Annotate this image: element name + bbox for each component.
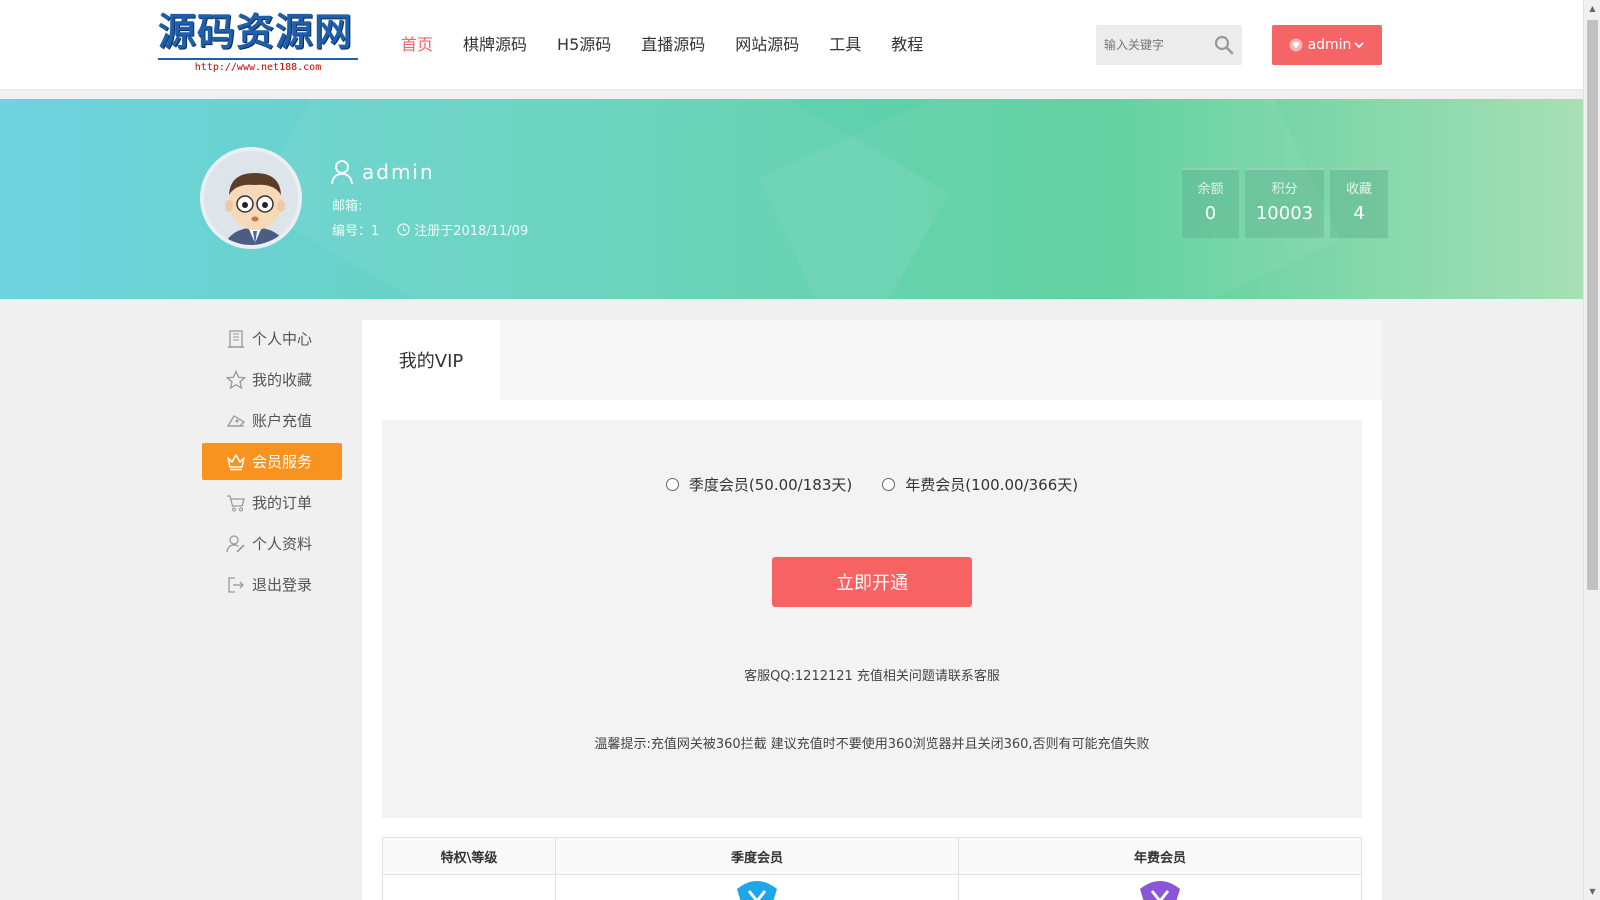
account-stats: 余额 0 积分 10003 收藏 4	[1176, 168, 1388, 238]
profile-meta: 编号：1 注册于2018/11/09	[332, 220, 528, 239]
profile-banner: admin 邮箱: 编号：1 注册于2018/11/09 余额 0 积分 100…	[0, 99, 1583, 299]
stat-favorites-value: 4	[1353, 203, 1365, 224]
scroll-down-arrow-icon[interactable]: ▼	[1588, 887, 1597, 896]
sidebar-item-profile[interactable]: 个人资料	[202, 525, 342, 562]
sidebar-item-personal-center[interactable]: 个人中心	[202, 320, 342, 357]
profile-email: 邮箱:	[332, 199, 363, 214]
star-icon	[226, 369, 246, 389]
option-yearly[interactable]: 年费会员(100.00/366天)	[882, 474, 1078, 495]
vip-badge-quarterly-icon	[737, 881, 777, 900]
stat-points-label: 积分	[1271, 182, 1298, 197]
sidebar-item-logout[interactable]: 退出登录	[202, 566, 342, 603]
main-panel: 我的VIP 季度会员(50.00/183天) 年费会员(100.00/366天)…	[362, 320, 1382, 900]
stat-points[interactable]: 积分 10003	[1245, 168, 1324, 238]
sidebar-item-label: 账户充值	[252, 412, 313, 430]
stat-points-value: 10003	[1255, 203, 1314, 224]
cart-icon	[227, 494, 245, 511]
logo-underline	[158, 58, 358, 60]
clock-icon	[397, 223, 410, 236]
site-logo[interactable]: 源码资源网 http://www.net188.com	[158, 8, 360, 74]
table-header: 季度会员	[555, 837, 959, 875]
table-header-row: 特权\等级 季度会员 年费会员	[382, 837, 1362, 875]
search-icon[interactable]	[1214, 35, 1234, 55]
sidebar-item-orders[interactable]: 我的订单	[202, 484, 342, 521]
sidebar-item-label: 我的订单	[252, 494, 313, 512]
radio-quarterly[interactable]	[665, 478, 679, 491]
logo-url: http://www.net188.com	[194, 62, 322, 73]
nav-home[interactable]: 首页	[401, 32, 433, 58]
stat-balance-label: 余额	[1197, 182, 1224, 197]
profile-id: 编号：1	[332, 224, 380, 239]
sidebar-item-label: 退出登录	[252, 576, 313, 594]
table-cell	[958, 874, 1362, 900]
radio-yearly[interactable]	[882, 478, 896, 491]
building-icon	[228, 329, 244, 348]
table-cell	[382, 874, 556, 900]
chevron-down-icon	[1354, 42, 1365, 49]
profile-username: admin	[330, 159, 435, 185]
open-vip-button[interactable]: 立即开通	[772, 557, 972, 607]
vip-badge-yearly-icon	[1140, 881, 1180, 900]
vip-options: 季度会员(50.00/183天) 年费会员(100.00/366天)	[382, 474, 1362, 495]
wallet-icon	[226, 414, 246, 427]
profile-register-date: 注册于2018/11/09	[414, 224, 529, 239]
table-header: 年费会员	[958, 837, 1362, 875]
scroll-up-arrow-icon[interactable]: ▲	[1588, 4, 1597, 13]
logout-icon	[228, 576, 244, 593]
sidebar-item-label: 个人中心	[252, 330, 313, 348]
sidebar-item-label: 我的收藏	[252, 371, 313, 389]
option-yearly-label: 年费会员(100.00/366天)	[905, 476, 1079, 494]
table-row	[382, 874, 1362, 900]
table-cell	[555, 874, 959, 900]
option-quarterly[interactable]: 季度会员(50.00/183天)	[665, 474, 853, 495]
nav-chess-source[interactable]: 棋牌源码	[463, 32, 527, 58]
sidebar-item-recharge[interactable]: 账户充值	[202, 402, 342, 439]
sidebar-item-vip-service[interactable]: 会员服务	[202, 443, 342, 480]
stat-favorites-label: 收藏	[1345, 182, 1372, 197]
stat-balance[interactable]: 余额 0	[1182, 168, 1239, 238]
warning-tip-text: 温馨提示:充值网关被360拦截 建议充值时不要使用360浏览器并且关闭360,否…	[594, 737, 1150, 752]
top-header: 源码资源网 http://www.net188.com 首页 棋牌源码 H5源码…	[0, 0, 1583, 90]
nav-tools[interactable]: 工具	[829, 32, 861, 58]
user-sidebar: 个人中心 我的收藏 账户充值 会员服务 我的订单 个人资料 退出登录	[202, 320, 342, 607]
nav-tutorials[interactable]: 教程	[891, 32, 923, 58]
tab-strip: 我的VIP	[362, 320, 1382, 400]
nav-live-source[interactable]: 直播源码	[641, 32, 705, 58]
user-menu-label: admin	[1307, 37, 1352, 53]
vip-purchase-box: 季度会员(50.00/183天) 年费会员(100.00/366天) 立即开通 …	[382, 420, 1362, 818]
search-input[interactable]	[1096, 25, 1206, 65]
avatar-cartoon-icon	[204, 151, 298, 245]
user-edit-icon	[226, 534, 245, 553]
main-nav: 首页 棋牌源码 H5源码 直播源码 网站源码 工具 教程	[401, 32, 953, 58]
user-menu-button[interactable]: admin	[1272, 25, 1382, 65]
search-box	[1096, 25, 1242, 65]
support-qq-text: 客服QQ:1212121 充值相关问题请联系客服	[744, 669, 1000, 684]
username-text: admin	[362, 160, 435, 184]
table-header: 特权\等级	[382, 837, 556, 875]
stat-balance-value: 0	[1204, 203, 1217, 224]
nav-h5-source[interactable]: H5源码	[557, 32, 611, 58]
page-scrollbar[interactable]: ▲ ▼	[1583, 0, 1600, 900]
avatar[interactable]	[200, 147, 302, 249]
diamond-icon	[1289, 38, 1303, 52]
scroll-thumb[interactable]	[1587, 20, 1598, 590]
logo-text: 源码资源网	[158, 9, 354, 54]
option-quarterly-label: 季度会员(50.00/183天)	[688, 476, 853, 494]
sidebar-item-label: 会员服务	[252, 453, 313, 471]
sidebar-item-label: 个人资料	[252, 535, 313, 553]
user-icon	[331, 160, 353, 185]
tab-my-vip[interactable]: 我的VIP	[362, 320, 500, 400]
stat-favorites[interactable]: 收藏 4	[1330, 168, 1388, 238]
nav-website-source[interactable]: 网站源码	[735, 32, 799, 58]
sidebar-item-favorites[interactable]: 我的收藏	[202, 361, 342, 398]
privilege-table: 特权\等级 季度会员 年费会员	[382, 837, 1362, 900]
crown-icon	[227, 453, 245, 470]
